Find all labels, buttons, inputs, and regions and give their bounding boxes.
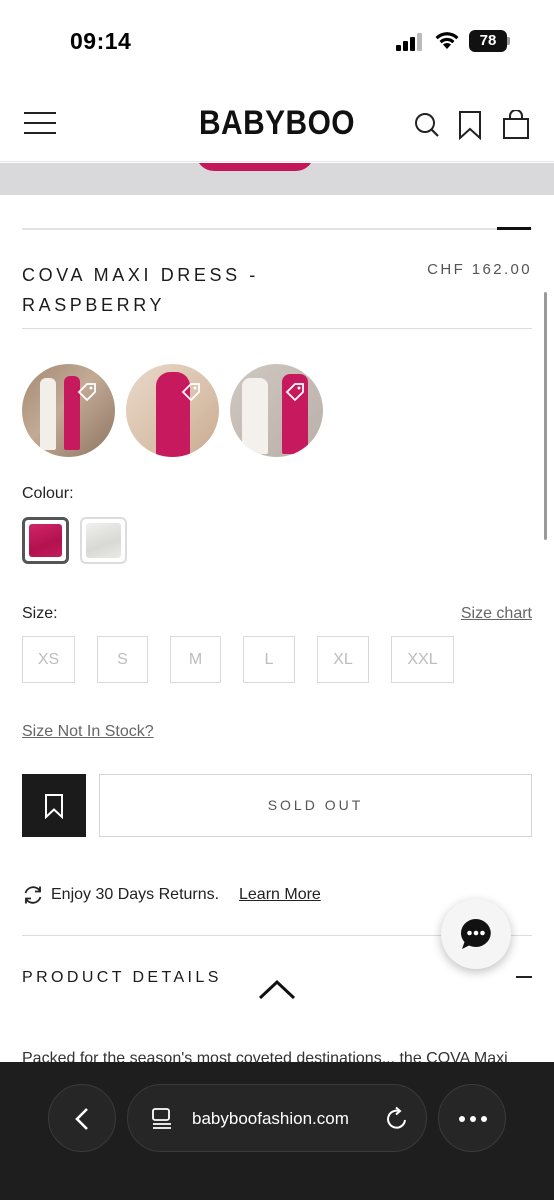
wishlist-button[interactable] xyxy=(22,774,86,837)
status-bar: 09:14 78 xyxy=(0,0,554,80)
size-option-s[interactable]: S xyxy=(97,636,148,683)
chat-bubble-icon xyxy=(460,919,491,949)
product-photo-thumbnail[interactable] xyxy=(230,364,323,457)
status-time: 09:14 xyxy=(70,28,132,54)
cellular-signal-icon xyxy=(396,33,422,51)
divider xyxy=(22,328,532,329)
size-option-xxl[interactable]: XXL xyxy=(391,636,454,683)
tag-icon xyxy=(77,383,96,402)
gallery-progress-thumb xyxy=(497,227,531,230)
size-option-m[interactable]: M xyxy=(170,636,221,683)
product-price: CHF 162.00 xyxy=(427,261,532,278)
learn-more-link[interactable]: Learn More xyxy=(239,886,321,904)
scrollbar[interactable] xyxy=(544,292,547,540)
more-options-button[interactable] xyxy=(438,1084,506,1152)
site-logo[interactable]: BABYBOO xyxy=(33,104,521,143)
url-bar[interactable]: babyboofashion.com xyxy=(127,1084,427,1152)
back-button[interactable] xyxy=(48,1084,116,1152)
product-title: COVA MAXI DRESS - RASPBERRY xyxy=(22,265,259,315)
dress-hem-image xyxy=(196,163,314,171)
battery-tip xyxy=(507,37,510,45)
wifi-icon xyxy=(435,32,459,49)
product-image-bottom xyxy=(0,163,554,195)
collapse-minus-icon[interactable] xyxy=(516,976,532,978)
site-header: BABYBOO xyxy=(0,90,554,162)
chevron-left-icon xyxy=(75,1108,88,1130)
url-text: babyboofashion.com xyxy=(192,1109,349,1128)
tag-icon xyxy=(181,383,200,402)
size-not-in-stock-link[interactable]: Size Not In Stock? xyxy=(22,723,154,741)
page-menu-icon[interactable] xyxy=(150,1107,174,1131)
more-dots-icon xyxy=(459,1116,487,1122)
sold-out-button[interactable]: SOLD OUT xyxy=(99,774,532,837)
colour-swatch-white[interactable] xyxy=(80,517,127,564)
size-option-xl[interactable]: XL xyxy=(317,636,369,683)
chevron-up-icon[interactable] xyxy=(258,978,296,1000)
search-icon[interactable] xyxy=(413,110,441,140)
returns-icon xyxy=(24,886,42,904)
reload-icon[interactable] xyxy=(384,1106,410,1132)
colour-swatch-raspberry[interactable] xyxy=(22,517,69,564)
tag-icon xyxy=(285,383,304,402)
bookmark-icon xyxy=(45,794,63,819)
product-details-header[interactable]: PRODUCT DETAILS xyxy=(22,969,222,987)
shopping-bag-icon[interactable] xyxy=(502,110,530,140)
returns-text: Enjoy 30 Days Returns. xyxy=(51,886,220,903)
browser-toolbar: babyboofashion.com xyxy=(0,1062,554,1200)
product-photo-thumbnail[interactable] xyxy=(22,364,115,457)
size-option-xs[interactable]: XS xyxy=(22,636,75,683)
size-option-l[interactable]: L xyxy=(243,636,295,683)
colour-label: Colour: xyxy=(22,485,74,502)
chat-button[interactable] xyxy=(441,899,511,969)
bookmark-icon[interactable] xyxy=(458,110,482,140)
battery-indicator: 78 xyxy=(469,30,507,52)
gallery-progress-track xyxy=(22,228,532,230)
size-label: Size: xyxy=(22,605,58,622)
size-chart-link[interactable]: Size chart xyxy=(461,605,532,623)
product-photo-thumbnail[interactable] xyxy=(126,364,219,457)
